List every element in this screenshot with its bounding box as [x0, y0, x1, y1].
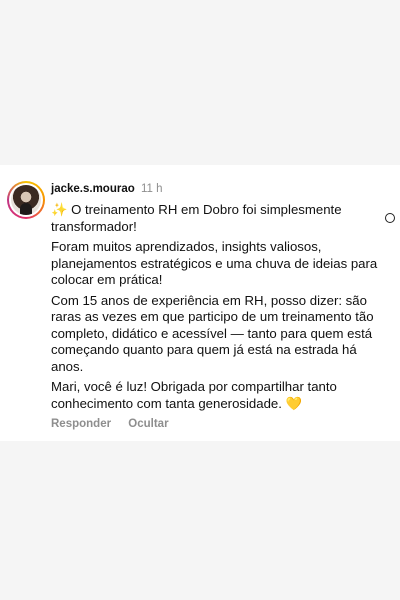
comment-text: ✨ O treinamento RH em Dobro foi simplesm… [51, 202, 381, 412]
comment-meta: jacke.s.mourao 11 h [51, 182, 391, 196]
avatar-frame [9, 183, 43, 217]
avatar[interactable] [7, 181, 45, 219]
comment-paragraph: Foram muitos aprendizados, insights vali… [51, 239, 378, 287]
username[interactable]: jacke.s.mourao [51, 183, 135, 195]
comment-actions: Responder Ocultar [51, 418, 391, 430]
timestamp: 11 h [140, 183, 163, 195]
comment-content: jacke.s.mourao 11 h ✨ O treinamento RH e… [51, 182, 395, 430]
like-icon[interactable] [385, 213, 395, 223]
hide-button[interactable]: Ocultar [128, 418, 168, 430]
reply-button[interactable]: Responder [51, 418, 111, 430]
comment-card: jacke.s.mourao 11 h ✨ O treinamento RH e… [0, 165, 400, 441]
avatar-image [11, 185, 41, 215]
comment-paragraph: ✨ O treinamento RH em Dobro foi simplesm… [51, 202, 342, 234]
comment-paragraph: Mari, você é luz! Obrigada por compartil… [51, 379, 337, 411]
comment-paragraph: Com 15 anos de experiência em RH, posso … [51, 292, 374, 374]
